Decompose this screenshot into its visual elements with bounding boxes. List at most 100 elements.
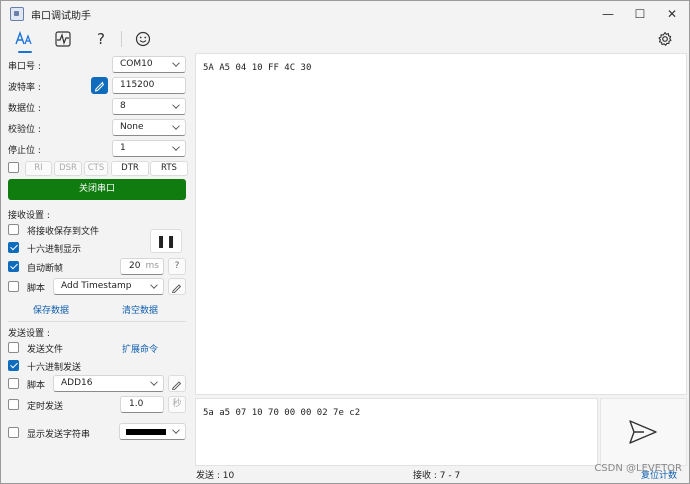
hex-display-checkbox[interactable] bbox=[8, 242, 19, 253]
timed-send-unit: 秒 bbox=[168, 396, 186, 413]
receive-script-select[interactable]: Add Timestamp bbox=[53, 278, 164, 295]
section-divider bbox=[8, 321, 186, 322]
smiley-icon bbox=[135, 31, 151, 47]
receive-section-title: 接收设置 : bbox=[8, 211, 50, 221]
save-data-link[interactable]: 保存数据 bbox=[33, 303, 69, 316]
edit-pen-icon bbox=[171, 284, 182, 294]
port-value: COM10 bbox=[120, 59, 153, 69]
pin-dsr: DSR bbox=[54, 161, 82, 176]
color-swatch bbox=[126, 429, 166, 435]
chevron-down-icon bbox=[172, 143, 180, 151]
hex-send-checkbox[interactable] bbox=[8, 360, 19, 371]
send-icon bbox=[629, 420, 657, 444]
pin-cts: CTS bbox=[84, 161, 108, 176]
received-count: 接收 : 7 - 7 bbox=[413, 471, 461, 481]
timed-send-input[interactable]: 1.0 bbox=[120, 396, 164, 413]
text-mode-button[interactable] bbox=[11, 27, 39, 53]
stopbits-select[interactable]: 1 bbox=[112, 140, 186, 157]
send-script-value: ADD16 bbox=[61, 378, 93, 388]
save-to-file-label: 将接收保存到文件 bbox=[27, 227, 100, 237]
chevron-down-icon bbox=[150, 281, 158, 289]
pause-button[interactable]: ❚❚ bbox=[150, 229, 182, 253]
edit-pen-icon bbox=[171, 381, 182, 391]
timed-send-label: 定时发送 bbox=[27, 402, 64, 412]
parity-value: None bbox=[120, 122, 144, 132]
auto-frame-checkbox[interactable] bbox=[8, 261, 19, 272]
sent-count: 发送 : 10 bbox=[196, 471, 235, 481]
databits-label: 数据位 : bbox=[8, 104, 41, 114]
window-title: 串口调试助手 bbox=[31, 11, 91, 22]
send-section-title: 发送设置 : bbox=[8, 329, 50, 339]
send-script-label: 脚本 bbox=[27, 381, 46, 391]
receive-script-edit-button[interactable] bbox=[168, 278, 186, 295]
show-send-string-checkbox[interactable] bbox=[8, 427, 19, 438]
send-script-checkbox[interactable] bbox=[8, 378, 19, 389]
baud-value: 115200 bbox=[120, 80, 155, 90]
chevron-down-icon bbox=[172, 59, 180, 67]
send-button[interactable] bbox=[600, 398, 687, 466]
parity-label: 校验位 : bbox=[8, 125, 41, 135]
chevron-down-icon bbox=[172, 122, 180, 130]
frame-ms-value: 20 bbox=[129, 261, 141, 271]
pins-checkbox[interactable] bbox=[8, 162, 19, 173]
minimize-button[interactable]: — bbox=[593, 3, 623, 25]
gear-icon bbox=[658, 31, 672, 46]
baud-edit-button[interactable] bbox=[91, 77, 108, 94]
databits-value: 8 bbox=[120, 101, 126, 111]
receive-script-value: Add Timestamp bbox=[61, 281, 132, 291]
save-to-file-checkbox[interactable] bbox=[8, 224, 19, 235]
extend-command-link[interactable]: 扩展命令 bbox=[122, 342, 158, 355]
settings-button[interactable] bbox=[651, 27, 679, 51]
text-mode-icon bbox=[15, 30, 32, 45]
clear-data-link[interactable]: 清空数据 bbox=[122, 303, 158, 316]
show-send-string-label: 显示发送字符串 bbox=[27, 430, 91, 440]
send-script-edit-button[interactable] bbox=[168, 375, 186, 392]
pin-rts-button[interactable]: RTS bbox=[150, 161, 188, 176]
hex-display-label: 十六进制显示 bbox=[27, 245, 82, 255]
toggle-port-button[interactable]: 关闭串口 bbox=[8, 179, 186, 200]
port-select[interactable]: COM10 bbox=[112, 56, 186, 73]
help-button[interactable]: ? bbox=[87, 27, 115, 51]
watermark: CSDN @LEVETOR bbox=[594, 463, 682, 474]
pin-dtr-button[interactable]: DTR bbox=[111, 161, 149, 176]
pause-icon: ❚❚ bbox=[155, 234, 177, 248]
waveform-icon bbox=[55, 31, 71, 47]
port-label: 串口号 : bbox=[8, 62, 41, 72]
send-script-select[interactable]: ADD16 bbox=[53, 375, 164, 392]
received-data: 5A A5 04 10 FF 4C 30 bbox=[203, 63, 312, 73]
app-window: 串口调试助手 — ☐ ✕ ? 串口号: COM10 波特率: 115200 … bbox=[0, 0, 690, 484]
baud-label: 波特率 : bbox=[8, 83, 41, 93]
toolbar: ? bbox=[1, 27, 689, 53]
frame-ms-input[interactable]: 20 ms bbox=[120, 258, 164, 275]
receive-text-area[interactable]: 5A A5 04 10 FF 4C 30 bbox=[195, 53, 687, 395]
send-file-checkbox[interactable] bbox=[8, 342, 19, 353]
hex-send-label: 十六进制发送 bbox=[27, 363, 82, 373]
stopbits-label: 停止位 : bbox=[8, 146, 41, 156]
title-bar: 串口调试助手 — ☐ ✕ bbox=[1, 1, 689, 27]
waveform-button[interactable] bbox=[49, 27, 77, 51]
databits-select[interactable]: 8 bbox=[112, 98, 186, 115]
timed-send-value: 1.0 bbox=[129, 399, 144, 409]
edit-pen-icon bbox=[94, 81, 105, 92]
pin-ri: RI bbox=[25, 161, 52, 176]
send-color-select[interactable] bbox=[119, 423, 186, 440]
parity-select[interactable]: None bbox=[112, 119, 186, 136]
maximize-button[interactable]: ☐ bbox=[625, 3, 655, 25]
chevron-down-icon bbox=[172, 101, 180, 109]
send-file-label: 发送文件 bbox=[27, 345, 64, 355]
app-icon bbox=[10, 7, 24, 21]
close-button[interactable]: ✕ bbox=[657, 3, 687, 25]
receive-script-label: 脚本 bbox=[27, 284, 46, 294]
emoji-button[interactable] bbox=[129, 27, 157, 51]
receive-script-checkbox[interactable] bbox=[8, 281, 19, 292]
chevron-down-icon bbox=[172, 426, 180, 434]
settings-panel: 串口号 : COM10 波特率 : 115200 数据位 : 8 校验位 : N… bbox=[1, 51, 193, 483]
send-data: 5a a5 07 10 70 00 00 02 7e c2 bbox=[203, 408, 361, 418]
frame-help-button[interactable]: ? bbox=[168, 258, 186, 275]
chevron-down-icon bbox=[150, 378, 158, 386]
send-text-input[interactable]: 5a a5 07 10 70 00 00 02 7e c2 bbox=[195, 398, 598, 466]
baud-input[interactable]: 115200 bbox=[112, 77, 186, 94]
auto-frame-label: 自动断帧 bbox=[27, 264, 64, 274]
frame-ms-unit: ms bbox=[145, 261, 159, 271]
timed-send-checkbox[interactable] bbox=[8, 399, 19, 410]
